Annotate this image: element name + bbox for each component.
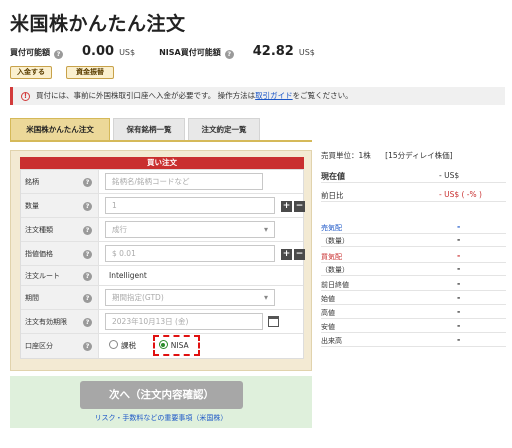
- market-row-label: 売気配: [321, 224, 342, 232]
- help-icon[interactable]: ?: [83, 178, 92, 187]
- market-row-value: -: [457, 222, 461, 231]
- help-icon[interactable]: ?: [83, 202, 92, 211]
- deposit-button[interactable]: 入金する: [10, 66, 52, 79]
- row-quantity: 数量? 1 + −: [21, 194, 305, 218]
- market-row-value: -: [457, 251, 461, 260]
- market-row-label: （数量）: [321, 237, 349, 245]
- nisa-buying-power-value: 42.82: [252, 44, 294, 59]
- market-row-value: -: [457, 264, 461, 273]
- market-row-label: 安値: [321, 323, 335, 331]
- trading-unit: 売買単位：1株: [321, 151, 371, 160]
- order-type-select[interactable]: 成行: [105, 221, 275, 238]
- help-icon[interactable]: ?: [83, 226, 92, 235]
- market-row: 始値 -: [321, 293, 506, 305]
- market-row-label: 始値: [321, 295, 335, 303]
- market-row-value: -: [457, 321, 461, 330]
- market-row: 売気配 -: [321, 222, 506, 234]
- limit-price-input[interactable]: $ 0.01: [105, 245, 275, 262]
- market-row-value: -: [457, 279, 461, 288]
- quantity-decrement-button[interactable]: −: [294, 201, 305, 212]
- price-decrement-button[interactable]: −: [294, 249, 305, 260]
- market-row: 買気配 -: [321, 251, 506, 263]
- delay-note: [15分ディレイ株価]: [385, 151, 453, 160]
- change-value: - US$ ( -% ): [439, 190, 482, 199]
- market-row: （数量） -: [321, 235, 506, 247]
- warning-icon: !: [21, 92, 30, 101]
- market-row: 前日終値 -: [321, 279, 506, 291]
- market-row-label: （数量）: [321, 266, 349, 274]
- help-icon[interactable]: ?: [83, 294, 92, 303]
- change-row: 前日比 - US$ ( -% ): [321, 188, 506, 202]
- market-row: 出来高 -: [321, 335, 506, 347]
- tab-easy-order[interactable]: 米国株かんたん注文: [10, 118, 110, 140]
- market-row-value: -: [457, 235, 461, 244]
- market-row-value: -: [457, 335, 461, 344]
- market-row: 高値 -: [321, 307, 506, 319]
- buy-order-form: 買い注文 銘柄? 銘柄名/銘柄コードなど 数量? 1 + − 注文種類? 成行 …: [10, 150, 312, 371]
- help-icon[interactable]: ?: [83, 272, 92, 281]
- period-select[interactable]: 期間指定(GTD): [105, 289, 275, 306]
- row-expiry: 注文有効期限? 2023年10月13日 (金): [21, 310, 303, 334]
- buying-power-label: 買付可能額: [10, 48, 50, 57]
- calendar-icon[interactable]: [268, 316, 279, 327]
- nisa-buying-power-label: NISA買付可能額: [159, 48, 221, 57]
- help-icon[interactable]: ?: [83, 250, 92, 259]
- trading-unit-line: 売買単位：1株 [15分ディレイ株価]: [321, 150, 506, 162]
- symbol-input[interactable]: 銘柄名/銘柄コードなど: [105, 173, 263, 190]
- market-row-label: 出来高: [321, 337, 342, 345]
- trading-guide-link[interactable]: 取引ガイド: [255, 91, 293, 100]
- form-header: 買い注文: [20, 157, 304, 169]
- submit-area: 次へ（注文内容確認） リスク・手数料などの重要事項（米国株）: [10, 376, 312, 428]
- market-row-label: 前日終値: [321, 281, 349, 289]
- buying-power-value: 0.00: [82, 44, 115, 59]
- help-icon[interactable]: ?: [83, 342, 92, 351]
- funds-summary: 買付可能額 ? 0.00 US$ NISA買付可能額 ? 42.82 US$: [10, 44, 505, 60]
- market-row: （数量） -: [321, 264, 506, 276]
- order-tabs: 米国株かんたん注文 保有銘柄一覧 注文約定一覧: [10, 118, 310, 140]
- taxable-label: 課税: [121, 341, 136, 350]
- next-confirm-button[interactable]: 次へ（注文内容確認）: [80, 381, 243, 409]
- risk-fee-link[interactable]: リスク・手数料などの重要事項（米国株）: [10, 413, 312, 423]
- tab-order-history[interactable]: 注文約定一覧: [188, 118, 260, 140]
- tab-holdings[interactable]: 保有銘柄一覧: [113, 118, 185, 140]
- market-row-label: 高値: [321, 309, 335, 317]
- quantity-increment-button[interactable]: +: [281, 201, 292, 212]
- row-period: 期間? 期間指定(GTD): [21, 286, 303, 310]
- expiry-date-input[interactable]: 2023年10月13日 (金): [105, 313, 263, 330]
- quantity-input[interactable]: 1: [105, 197, 275, 214]
- form-fields: 銘柄? 銘柄名/銘柄コードなど 数量? 1 + − 注文種類? 成行 指値価格?…: [20, 169, 305, 359]
- current-price-row: 現在値 - US$: [321, 169, 506, 183]
- help-icon[interactable]: ?: [54, 50, 63, 59]
- row-limit-price: 指値価格? $ 0.01 + −: [21, 242, 305, 266]
- price-increment-button[interactable]: +: [281, 249, 292, 260]
- order-route-value: Intelligent: [109, 271, 147, 280]
- page-title: 米国株かんたん注文: [10, 13, 186, 35]
- help-icon[interactable]: ?: [83, 318, 92, 327]
- help-icon[interactable]: ?: [224, 50, 234, 59]
- market-row: 安値 -: [321, 321, 506, 333]
- fund-transfer-button[interactable]: 資金振替: [66, 66, 114, 79]
- row-account-type: 口座区分? 課税 NISA: [21, 334, 303, 358]
- buying-power-unit: US$: [119, 48, 136, 57]
- market-row-value: -: [457, 307, 461, 316]
- row-order-type: 注文種類? 成行: [21, 218, 303, 242]
- tab-underline: [10, 140, 312, 142]
- row-symbol: 銘柄? 銘柄名/銘柄コードなど: [21, 170, 303, 194]
- nisa-buying-power-unit: US$: [298, 48, 315, 57]
- market-row-label: 買気配: [321, 253, 342, 261]
- row-order-route: 注文ルート? Intelligent: [21, 266, 303, 286]
- market-row-value: -: [457, 293, 461, 302]
- deposit-notice: ! 買付には、事前に外国株取引口座へ入金が必要です。 操作方法は取引ガイドをご覧く…: [10, 87, 505, 105]
- current-price-value: - US$: [439, 171, 460, 180]
- taxable-radio[interactable]: [109, 340, 118, 349]
- nisa-highlight-box: [153, 335, 200, 356]
